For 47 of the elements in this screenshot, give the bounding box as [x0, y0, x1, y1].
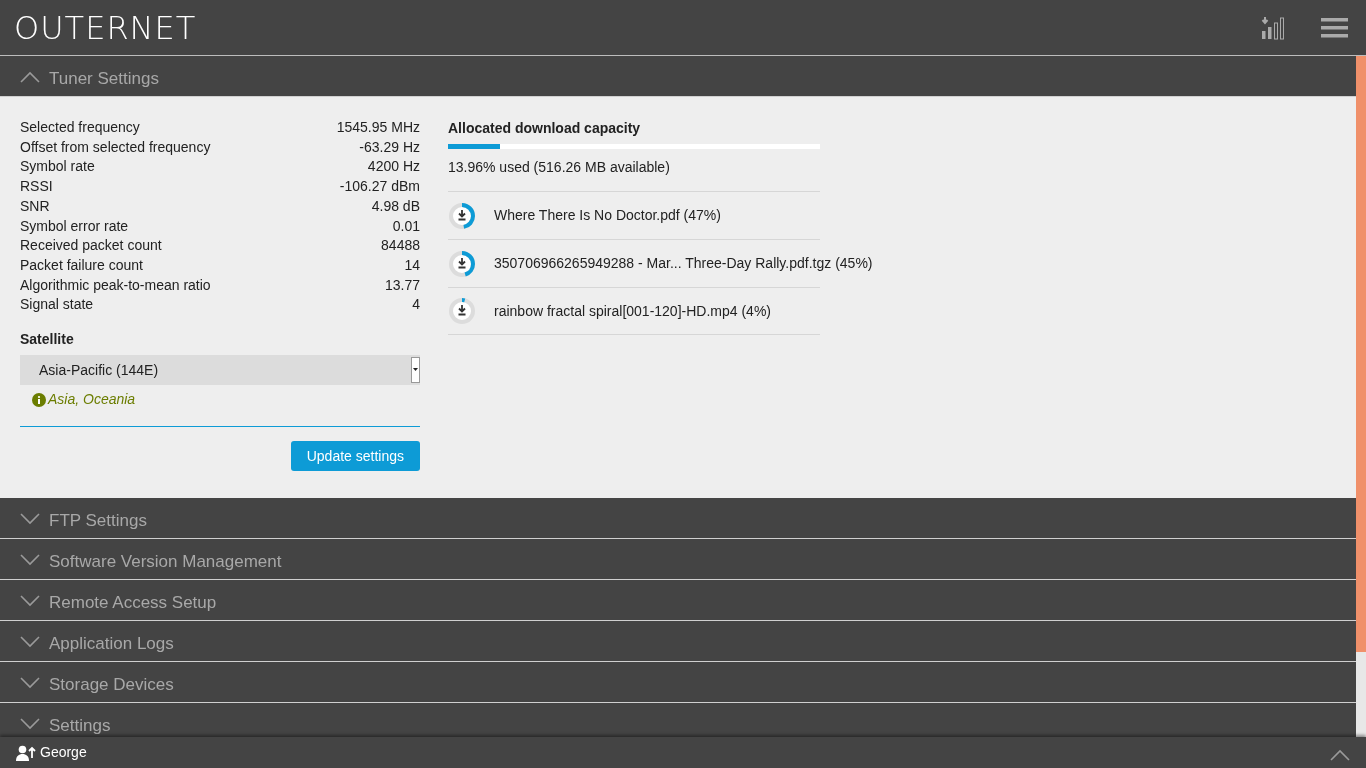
download-icon [457, 304, 467, 316]
satellite-select[interactable]: Asia-Pacific (144E) [20, 355, 420, 386]
outernet-logo[interactable]: OUTERNET [14, 3, 197, 52]
chevron-down-icon [20, 513, 40, 526]
download-name: Where There Is No Doctor.pdf (47%) [494, 206, 721, 225]
download-icon [457, 256, 467, 268]
stat-label: Symbol rate [20, 157, 95, 177]
stat-label: RSSI [20, 177, 53, 197]
update-settings-button[interactable]: Update settings [290, 441, 420, 472]
chevron-down-icon [20, 636, 40, 649]
download-name: 350706966265949288 - Mar... Three-Day Rally.pdf.tgz (45%) [494, 254, 873, 273]
chevron-down-icon [20, 554, 40, 567]
capacity-title: Allocated download capacity [448, 119, 642, 138]
stat-value: 0.01 [392, 216, 420, 236]
stat-label: Received packet count [20, 236, 162, 256]
dropdown-caret-icon [411, 357, 420, 384]
stat-value: 4200 Hz [367, 157, 420, 177]
stat-value: 1545.95 MHz [336, 118, 420, 137]
menu-icon[interactable] [1321, 16, 1348, 39]
stat-label: Algorithmic peak-to-mean ratio [20, 275, 211, 295]
signal-download-icon[interactable] [1261, 14, 1287, 41]
stat-value: -63.29 Hz [359, 137, 420, 157]
chevron-down-icon [20, 677, 40, 690]
stat-label: SNR [20, 196, 50, 216]
user-name[interactable]: George [40, 742, 87, 763]
download-name: rainbow fractal spiral[001-120]-HD.mp4 (4%) [494, 301, 771, 321]
user-icon [16, 744, 36, 761]
info-icon [32, 392, 46, 407]
stat-label: Selected frequency [20, 118, 140, 137]
stat-value: 13.77 [384, 275, 420, 295]
chevron-down-icon [20, 718, 40, 731]
stat-label: Offset from selected frequency [20, 137, 211, 157]
stat-value: -106.27 dBm [339, 177, 420, 197]
stat-label: Packet failure count [20, 255, 143, 275]
stat-label: Signal state [20, 295, 94, 315]
satellite-label: Satellite [20, 330, 75, 350]
chevron-up-icon [1330, 749, 1350, 761]
coverage-note: Asia, Oceania [48, 390, 136, 410]
stat-value: 14 [404, 255, 420, 275]
stat-value: 4.98 dB [371, 196, 420, 216]
capacity-summary: 13.96% used (516.26 MB available) [448, 158, 671, 177]
chevron-up-icon [20, 71, 40, 83]
stat-value: 84488 [381, 236, 420, 256]
chevron-down-icon [20, 595, 40, 608]
stat-label: Symbol error rate [20, 216, 129, 236]
stat-value: 4 [412, 295, 420, 315]
download-icon [457, 208, 467, 220]
